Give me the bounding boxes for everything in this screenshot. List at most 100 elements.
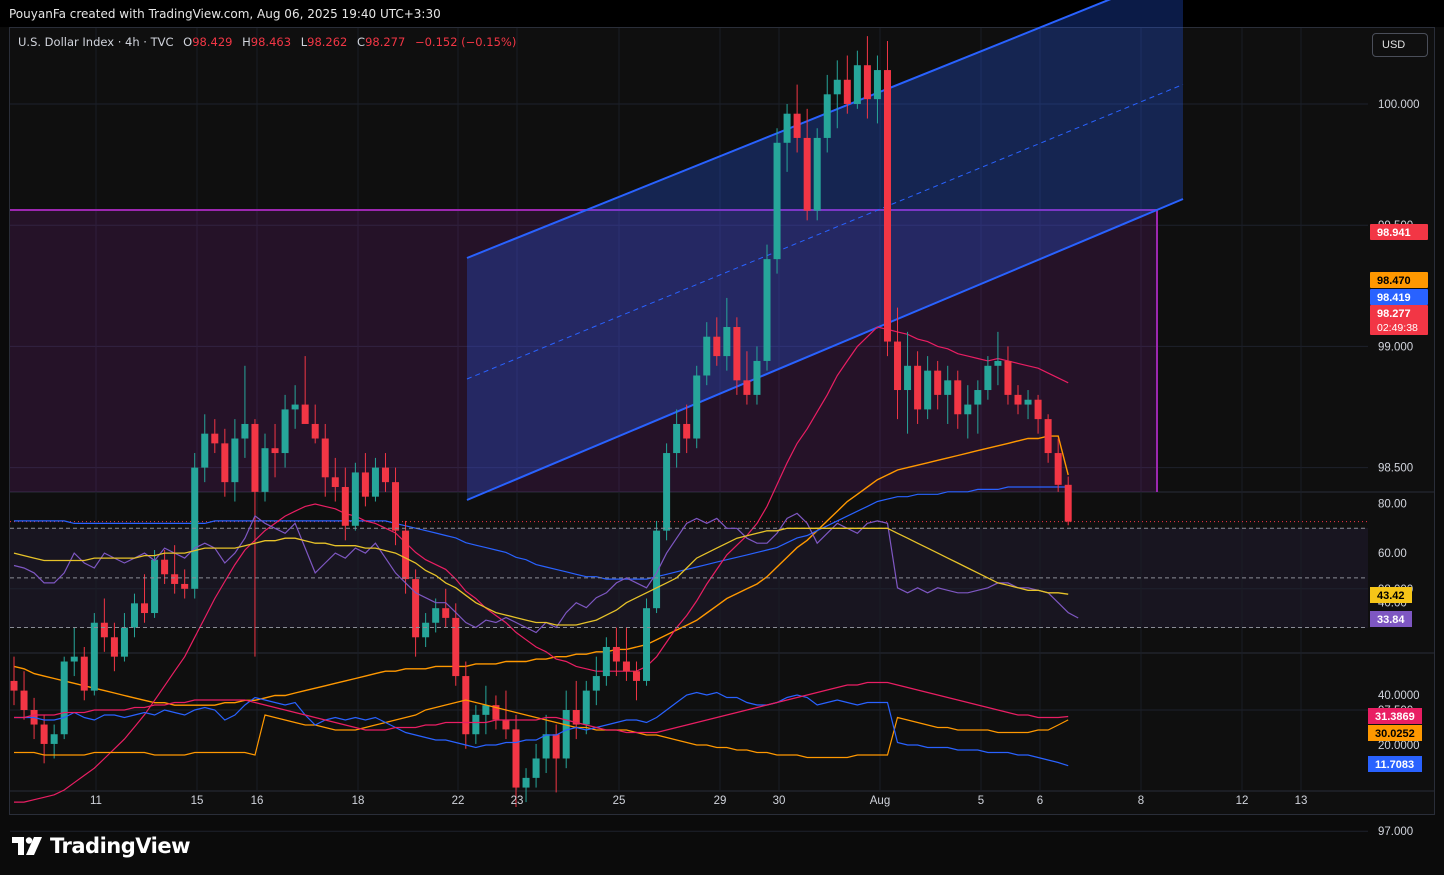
candle-body bbox=[151, 559, 159, 614]
time-tick-label: 8 bbox=[1138, 795, 1144, 807]
candle-body bbox=[412, 579, 420, 638]
candle-body bbox=[20, 690, 28, 710]
candle-body bbox=[743, 380, 751, 395]
time-tick-label: 13 bbox=[1295, 795, 1308, 807]
candle-body bbox=[361, 472, 369, 497]
candle-body bbox=[141, 603, 149, 614]
currency-button[interactable]: USD bbox=[1372, 33, 1428, 57]
adx-line bbox=[14, 681, 1069, 734]
time-tick-label: 15 bbox=[191, 795, 204, 807]
candle-body bbox=[853, 65, 861, 104]
candle-body bbox=[552, 734, 560, 759]
candle-body bbox=[984, 365, 992, 391]
candle-body bbox=[10, 680, 18, 691]
dmi-value-tag: 31.3869 bbox=[1375, 711, 1415, 723]
candle-body bbox=[532, 758, 540, 778]
candle-body bbox=[964, 404, 972, 415]
candle-body bbox=[793, 113, 801, 138]
candle-body bbox=[512, 729, 520, 788]
candle-body bbox=[643, 608, 651, 681]
last-price-tag: 98.277 bbox=[1377, 308, 1411, 320]
candle-body bbox=[632, 671, 640, 681]
time-tick-label: 6 bbox=[1037, 795, 1043, 807]
candle-body bbox=[723, 327, 731, 357]
candle-body bbox=[381, 467, 389, 483]
candle-body bbox=[392, 482, 400, 531]
candle-body bbox=[171, 574, 179, 584]
high-label: H bbox=[242, 35, 251, 49]
candle-body bbox=[994, 360, 1002, 366]
candle-body bbox=[542, 734, 550, 759]
rsi-value-tag: 33.84 bbox=[1377, 614, 1405, 626]
time-tick-label: 18 bbox=[352, 795, 365, 807]
candle-body bbox=[422, 622, 430, 638]
candle-body bbox=[462, 676, 470, 735]
price-tick-label: 99.000 bbox=[1378, 341, 1413, 353]
candle-body bbox=[1054, 453, 1062, 485]
candle-body bbox=[371, 467, 379, 497]
candle-body bbox=[602, 646, 610, 677]
candle-body bbox=[472, 714, 480, 735]
candle-body bbox=[502, 719, 510, 730]
candle-body bbox=[291, 404, 299, 410]
candle-body bbox=[974, 390, 982, 405]
candle-body bbox=[1024, 399, 1032, 405]
candle-body bbox=[351, 472, 359, 526]
candle-body bbox=[592, 676, 600, 691]
candle-body bbox=[683, 423, 691, 439]
candle-body bbox=[803, 137, 811, 211]
candle-body bbox=[813, 137, 821, 211]
candle-body bbox=[873, 70, 881, 100]
tradingview-logo-icon bbox=[12, 837, 42, 855]
candle-body bbox=[201, 433, 209, 468]
candle-body bbox=[582, 690, 590, 725]
candle-body bbox=[442, 608, 450, 618]
candle-body bbox=[783, 113, 791, 143]
candle-body bbox=[331, 477, 339, 487]
price-tick-label: 97.000 bbox=[1378, 826, 1413, 838]
candle-body bbox=[693, 375, 701, 439]
time-tick-label: 22 bbox=[452, 795, 465, 807]
candle-body bbox=[482, 705, 490, 715]
candle-body bbox=[522, 777, 530, 788]
candle-body bbox=[110, 637, 118, 657]
symbol-name: U.S. Dollar Index · 4h · TVC bbox=[18, 35, 174, 49]
time-tick-label: 23 bbox=[511, 795, 524, 807]
candle-body bbox=[1044, 419, 1052, 454]
open-value: 98.429 bbox=[192, 35, 233, 49]
candle-body bbox=[452, 617, 460, 677]
dmi-minus-line bbox=[14, 699, 1069, 759]
candle-body bbox=[663, 453, 671, 531]
candle-body bbox=[321, 438, 329, 478]
candle-body bbox=[703, 336, 711, 376]
tradingview-brand[interactable]: TradingView bbox=[12, 834, 190, 858]
candle-body bbox=[40, 724, 48, 744]
candle-body bbox=[612, 646, 620, 662]
candle-body bbox=[70, 656, 78, 662]
dmi-tick-label: 40.0000 bbox=[1378, 690, 1420, 702]
candle-body bbox=[181, 583, 189, 589]
rsi-tick-label: 80.00 bbox=[1378, 499, 1407, 511]
time-tick-label: 25 bbox=[613, 795, 626, 807]
candle-body bbox=[954, 380, 962, 415]
candle-body bbox=[894, 341, 902, 391]
candle-body bbox=[271, 448, 279, 454]
tradingview-wordmark: TradingView bbox=[50, 834, 190, 858]
chart-canvas[interactable]: 100.00099.50099.00098.50098.00097.50097.… bbox=[0, 0, 1444, 875]
time-tick-label: 16 bbox=[251, 795, 264, 807]
close-value: 98.277 bbox=[365, 35, 406, 49]
candle-body bbox=[130, 603, 138, 628]
candle-body bbox=[402, 530, 410, 580]
candle-body bbox=[432, 608, 440, 623]
change-value: −0.152 (−0.15%) bbox=[414, 35, 517, 49]
bar-countdown-tag: 02:49:38 bbox=[1377, 322, 1418, 334]
ema-mid-price-tag: 98.419 bbox=[1377, 292, 1411, 304]
candle-body bbox=[863, 65, 871, 100]
candle-body bbox=[562, 710, 570, 759]
candle-body bbox=[311, 423, 319, 439]
candle-body bbox=[241, 423, 249, 439]
candle-body bbox=[1004, 360, 1012, 395]
time-tick-label: 29 bbox=[714, 795, 727, 807]
time-tick-label: 11 bbox=[90, 795, 102, 807]
high-value: 98.463 bbox=[250, 35, 292, 49]
